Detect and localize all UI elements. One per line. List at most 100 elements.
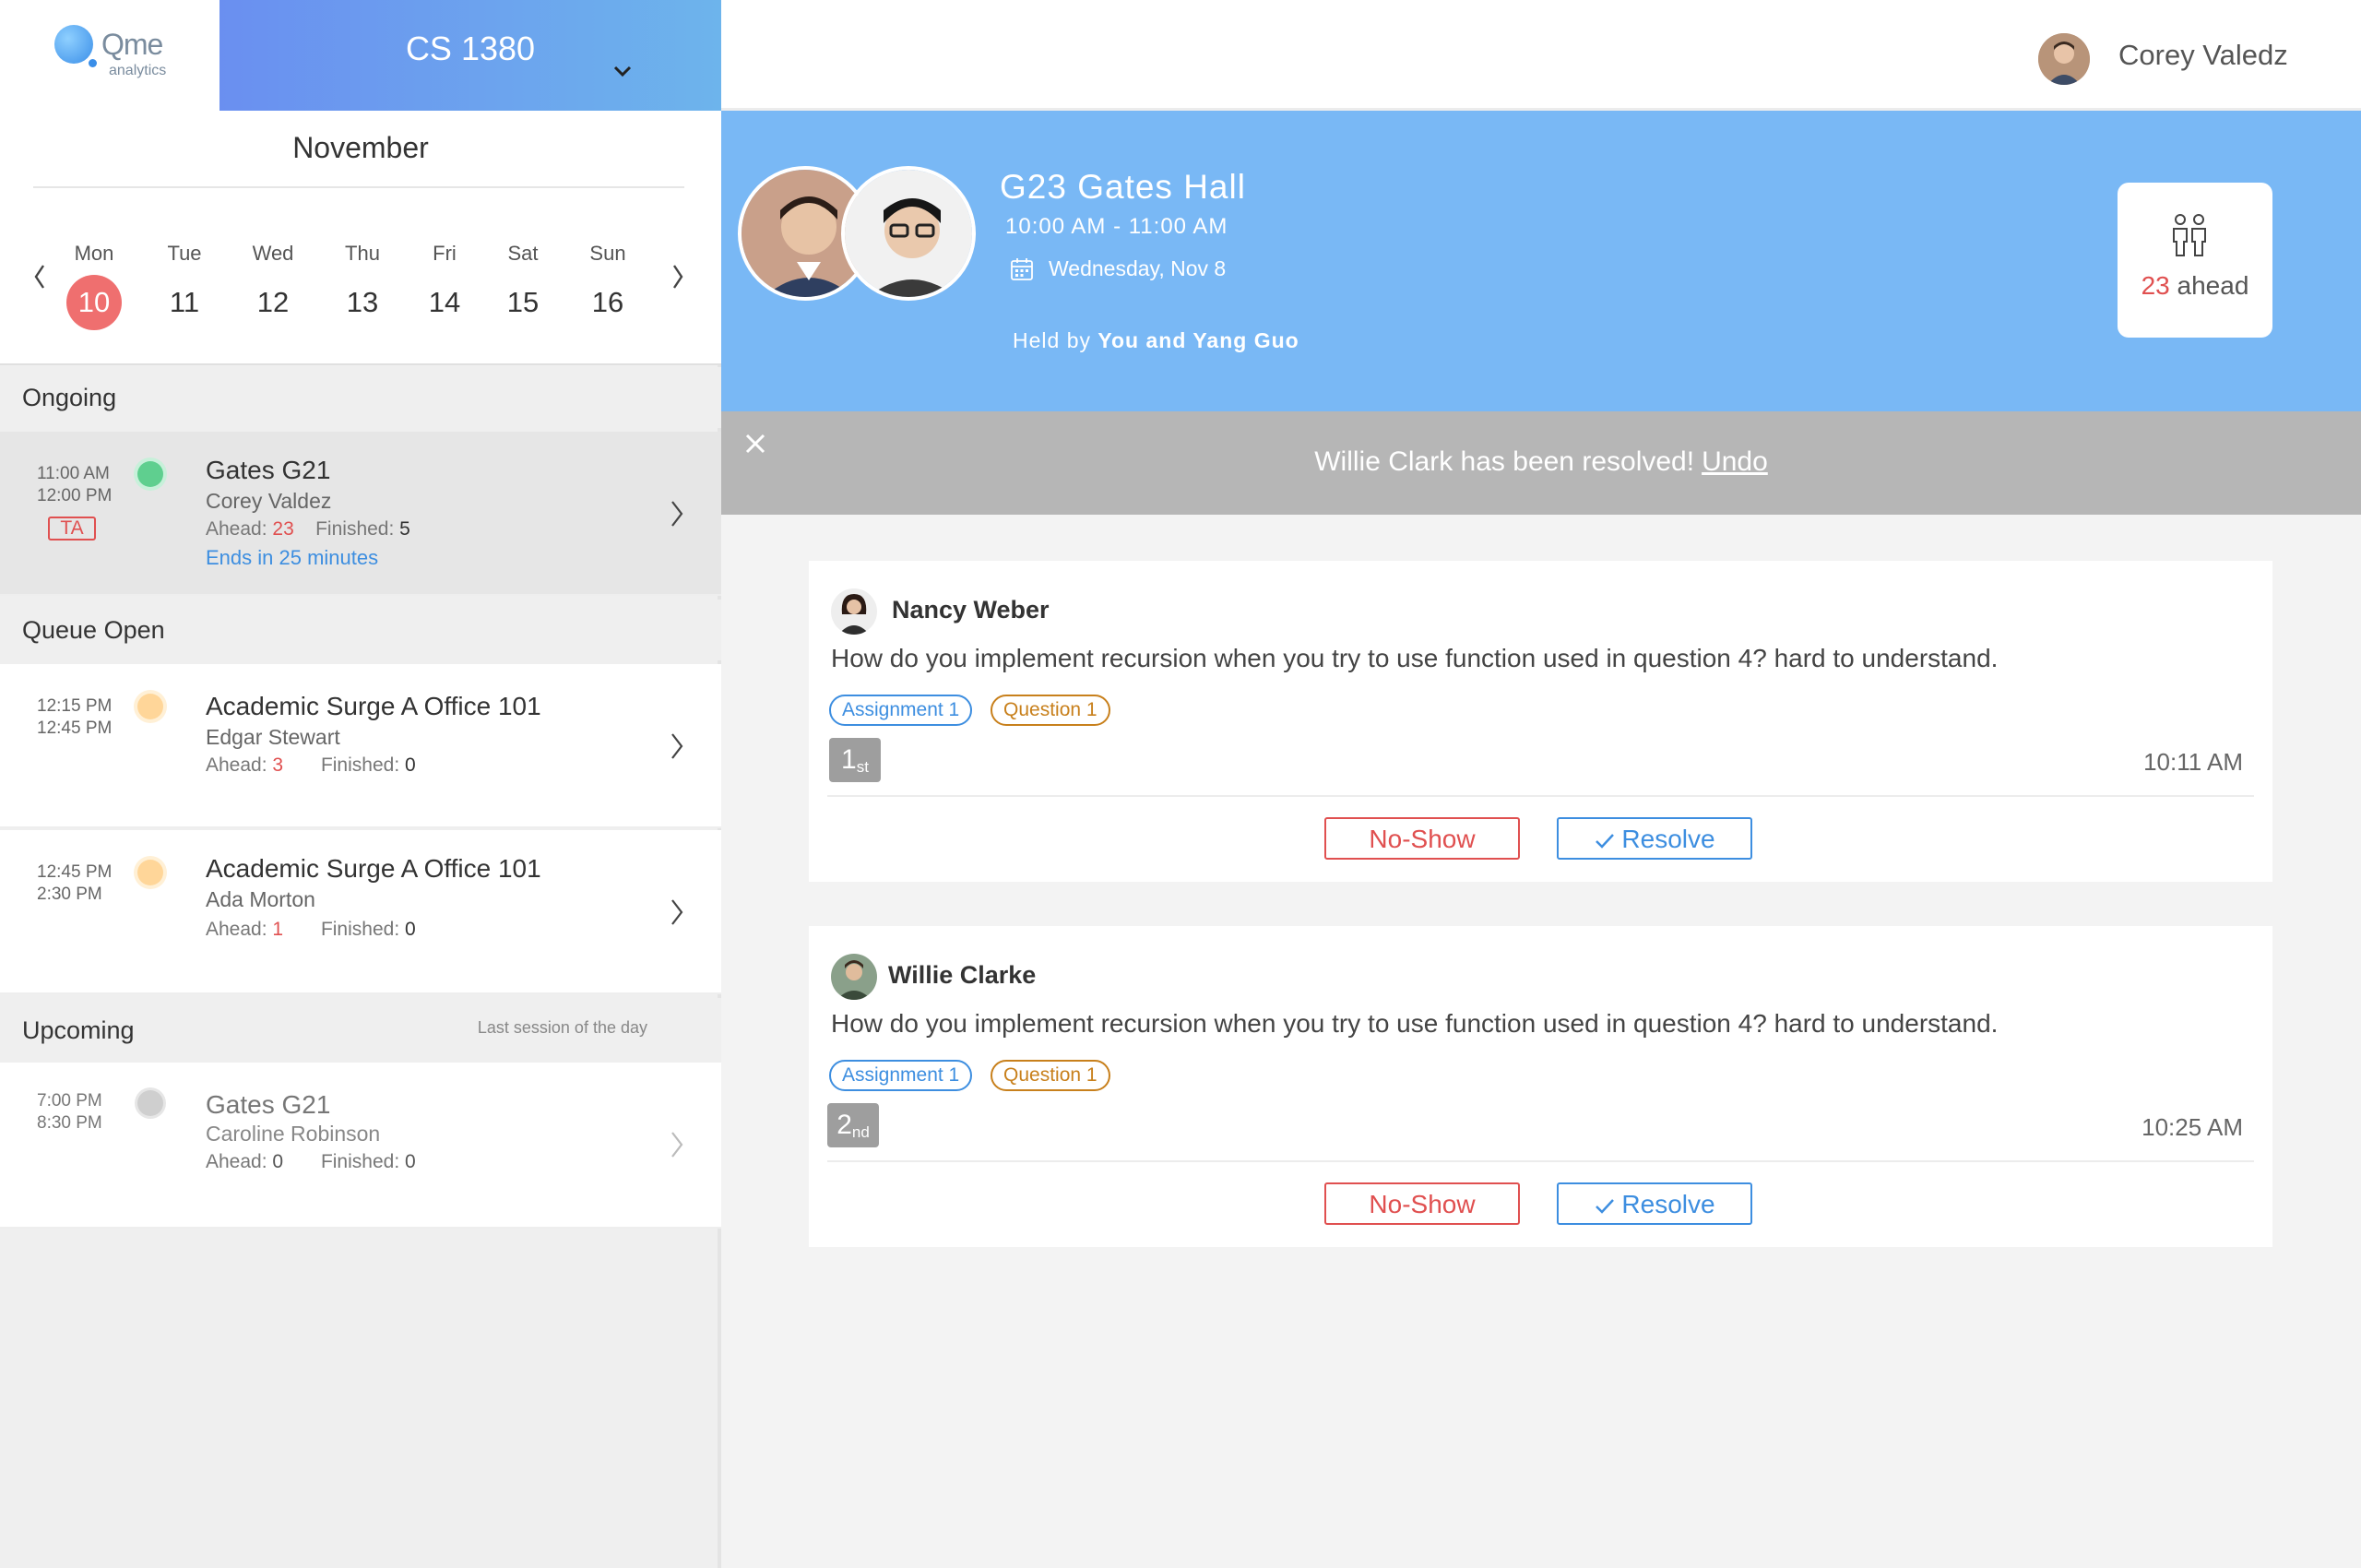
ahead-count-card: 23 ahead [2118,183,2272,338]
student-avatar [831,954,877,1000]
queue-card: Nancy Weber How do you implement recursi… [809,561,2272,882]
session-start: 12:15 PM [37,696,113,716]
session-hours: 10:00 AM - 11:00 AM [1005,214,1228,239]
day-thu[interactable]: Thu 13 [321,242,404,330]
room-title: G23 Gates Hall [1000,168,1246,206]
finished-count: 0 [405,754,416,776]
student-question: How do you implement recursion when you … [831,644,1999,672]
student-avatar [831,588,877,635]
session-stats: Ahead: 1 Finished: 0 [206,919,416,941]
session-time: 12:15 PM 12:45 PM [37,695,112,740]
calendar-icon [1011,258,1033,280]
student-question: How do you implement recursion when you … [831,1009,1999,1038]
session-host: Corey Valdez [206,489,332,513]
day-number: 11 [169,286,200,318]
resolved-toast: Willie Clark has been resolved! Undo [721,411,2361,515]
chevron-right-icon [671,733,683,759]
session-item[interactable]: 12:45 PM 2:30 PM Academic Surge A Office… [0,830,721,994]
finished-count: 0 [405,919,416,940]
section-title: Queue Open [22,616,165,644]
session-time: 11:00 AM 12:00 PM [37,463,112,507]
tag-question[interactable]: Question 1 [991,695,1110,726]
tag-assignment[interactable]: Assignment 1 [829,695,973,726]
logo[interactable]: Qme analytics [0,0,219,111]
session-time: 12:45 PM 2:30 PM [37,861,112,906]
chevron-left-icon[interactable] [28,260,50,293]
day-number: 15 [506,286,540,318]
rank-number: 2 [836,1110,852,1140]
session-stats: Ahead: 0 Finished: 0 [206,1151,416,1173]
session-host: Caroline Robinson [206,1122,381,1146]
chevron-right-icon[interactable] [668,260,690,293]
day-wed[interactable]: Wed 12 [231,242,314,330]
day-fri[interactable]: Fri 14 [403,242,486,330]
resolve-button[interactable]: Resolve [1557,817,1752,860]
session-item[interactable]: 7:00 PM 8:30 PM Gates G21 Caroline Robin… [0,1063,721,1229]
session-ends: Ends in 25 minutes [206,546,379,569]
chevron-right-icon [671,501,683,527]
status-dot-icon [137,694,163,719]
day-number: 14 [428,286,461,318]
day-mon[interactable]: Mon 10 [53,242,136,330]
rank-suffix: st [856,758,869,776]
resolve-button[interactable]: Resolve [1557,1182,1752,1225]
chevron-right-icon [671,899,683,925]
section-note: Last session of the day [477,1018,647,1037]
section-header-upcoming: Upcoming Last session of the day [0,998,721,1063]
week-calendar: November Mon 10 Tue 11 Wed 12 Thu 13 Fri… [0,111,721,365]
day-number: 12 [256,286,290,318]
ahead-label: Ahead: [206,919,267,940]
day-name: Fri [433,242,457,265]
logo-subtext: analytics [109,63,167,78]
resolve-label: Resolve [1621,1190,1715,1218]
session-end: 2:30 PM [37,885,102,904]
finished-label: Finished: [320,754,400,776]
section-header-queue-open: Queue Open [0,600,721,660]
session-item[interactable]: 11:00 AM 12:00 PM TA Gates G21 Corey Val… [0,432,721,596]
ahead-count: 1 [272,919,284,940]
day-name: Mon [74,242,114,265]
tag-assignment[interactable]: Assignment 1 [829,1060,973,1091]
session-end: 12:00 PM [37,486,113,505]
course-name: CS 1380 [405,30,536,67]
session-title: Gates G21 [206,1090,331,1119]
status-dot-icon [137,860,163,885]
session-title: Academic Surge A Office 101 [206,854,541,883]
student-photo-icon [831,588,877,635]
cohost-photo-icon [845,170,972,297]
ahead-label: Ahead: [206,518,267,540]
session-stats: Ahead: 23 Finished: 5 [206,518,410,540]
avatar[interactable] [2038,33,2090,85]
user-name[interactable]: Corey Valedz [2118,39,2288,72]
top-bar: Corey Valedz [721,0,2361,111]
resolve-label: Resolve [1621,825,1715,853]
day-name: Wed [252,242,294,265]
tag-question[interactable]: Question 1 [991,1060,1110,1091]
session-end: 12:45 PM [37,719,113,738]
undo-link[interactable]: Undo [1702,446,1768,477]
day-sat[interactable]: Sat 15 [481,242,564,330]
day-name: Sun [589,242,626,265]
student-name: Willie Clarke [888,961,1037,989]
held-by: Held by You and Yang Guo [1013,328,1299,353]
status-dot-icon [137,461,163,487]
course-selector[interactable]: CS 1380 [219,0,721,111]
people-icon [2173,214,2206,256]
student-photo-icon [831,954,877,1000]
session-date: Wednesday, Nov 8 [1049,256,1227,280]
office-hours-header: G23 Gates Hall 10:00 AM - 11:00 AM Wedne… [721,111,2361,411]
user-avatar-icon [2038,33,2090,85]
day-tue[interactable]: Tue 11 [143,242,226,330]
no-show-button[interactable]: No-Show [1324,1182,1520,1225]
divider [827,1160,2254,1162]
session-item[interactable]: 12:15 PM 12:45 PM Academic Surge A Offic… [0,664,721,828]
finished-label: Finished: [315,518,395,540]
no-show-button[interactable]: No-Show [1324,817,1520,860]
day-sun[interactable]: Sun 16 [566,242,649,330]
session-host: Edgar Stewart [206,725,340,749]
joined-time: 10:25 AM [2142,1113,2243,1141]
finished-count: 5 [399,518,410,540]
student-name: Nancy Weber [892,596,1050,624]
finished-count: 0 [405,1151,416,1172]
finished-label: Finished: [320,1151,400,1172]
